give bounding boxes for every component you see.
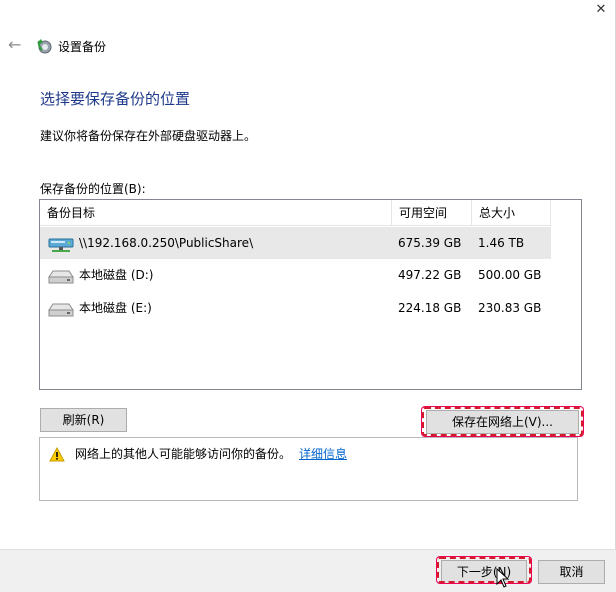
warning-text: 网络上的其他人可能能够访问你的备份。 (75, 447, 292, 461)
page-subtitle: 建议你将备份保存在外部硬盘驱动器上。 (40, 129, 257, 143)
list-header: 备份目标 可用空间 总大小 (40, 200, 551, 226)
column-header-free-space[interactable]: 可用空间 (391, 200, 471, 226)
hard-drive-icon (48, 303, 74, 317)
hard-drive-icon (48, 270, 74, 284)
cancel-button[interactable]: 取消 (538, 560, 605, 584)
backup-app-icon (37, 39, 52, 54)
backup-location-list[interactable]: 备份目标 可用空间 总大小 \\192.168.0.250\PublicShar… (39, 199, 582, 390)
row-total-size: 500.00 GB (478, 268, 542, 282)
row-free-space: 675.39 GB (398, 236, 462, 250)
table-row[interactable]: 本地磁盘 (D:) 497.22 GB 500.00 GB (40, 259, 551, 291)
row-target-name: \\192.168.0.250\PublicShare\ (79, 236, 254, 250)
next-button[interactable]: 下一步(N) (441, 560, 527, 584)
row-total-size: 230.83 GB (478, 301, 542, 315)
window-title: 设置备份 (58, 40, 107, 54)
row-free-space: 497.22 GB (398, 268, 462, 282)
network-drive-icon (48, 238, 74, 252)
page-title: 选择要保存备份的位置 (40, 90, 191, 108)
warning-panel: 网络上的其他人可能能够访问你的备份。 详细信息 (39, 437, 578, 501)
row-total-size: 1.46 TB (478, 236, 525, 250)
save-on-network-button[interactable]: 保存在网络上(V)... (426, 410, 579, 434)
row-target-name: 本地磁盘 (D:) (79, 268, 154, 282)
back-arrow-icon[interactable]: ← (8, 37, 24, 53)
details-link[interactable]: 详细信息 (299, 447, 347, 461)
mouse-cursor-icon (496, 568, 510, 588)
column-header-target[interactable]: 备份目标 (40, 200, 391, 226)
close-button[interactable]: ✕ (591, 0, 611, 20)
backup-location-label: 保存备份的位置(B): (40, 182, 146, 196)
table-row[interactable]: \\192.168.0.250\PublicShare\ 675.39 GB 1… (40, 227, 551, 259)
row-target-name: 本地磁盘 (E:) (79, 301, 152, 315)
table-row[interactable]: 本地磁盘 (E:) 224.18 GB 230.83 GB (40, 292, 551, 324)
row-free-space: 224.18 GB (398, 301, 462, 315)
warning-icon (49, 447, 65, 462)
warning-message: 网络上的其他人可能能够访问你的备份。 详细信息 (75, 445, 347, 462)
refresh-button[interactable]: 刷新(R) (40, 408, 127, 432)
column-header-total-size[interactable]: 总大小 (471, 200, 551, 226)
backup-setup-window: ✕ ← 设置备份 选择要保存备份的位置 建议你将备份保存在外部硬盘驱动器上。 保… (0, 0, 616, 592)
